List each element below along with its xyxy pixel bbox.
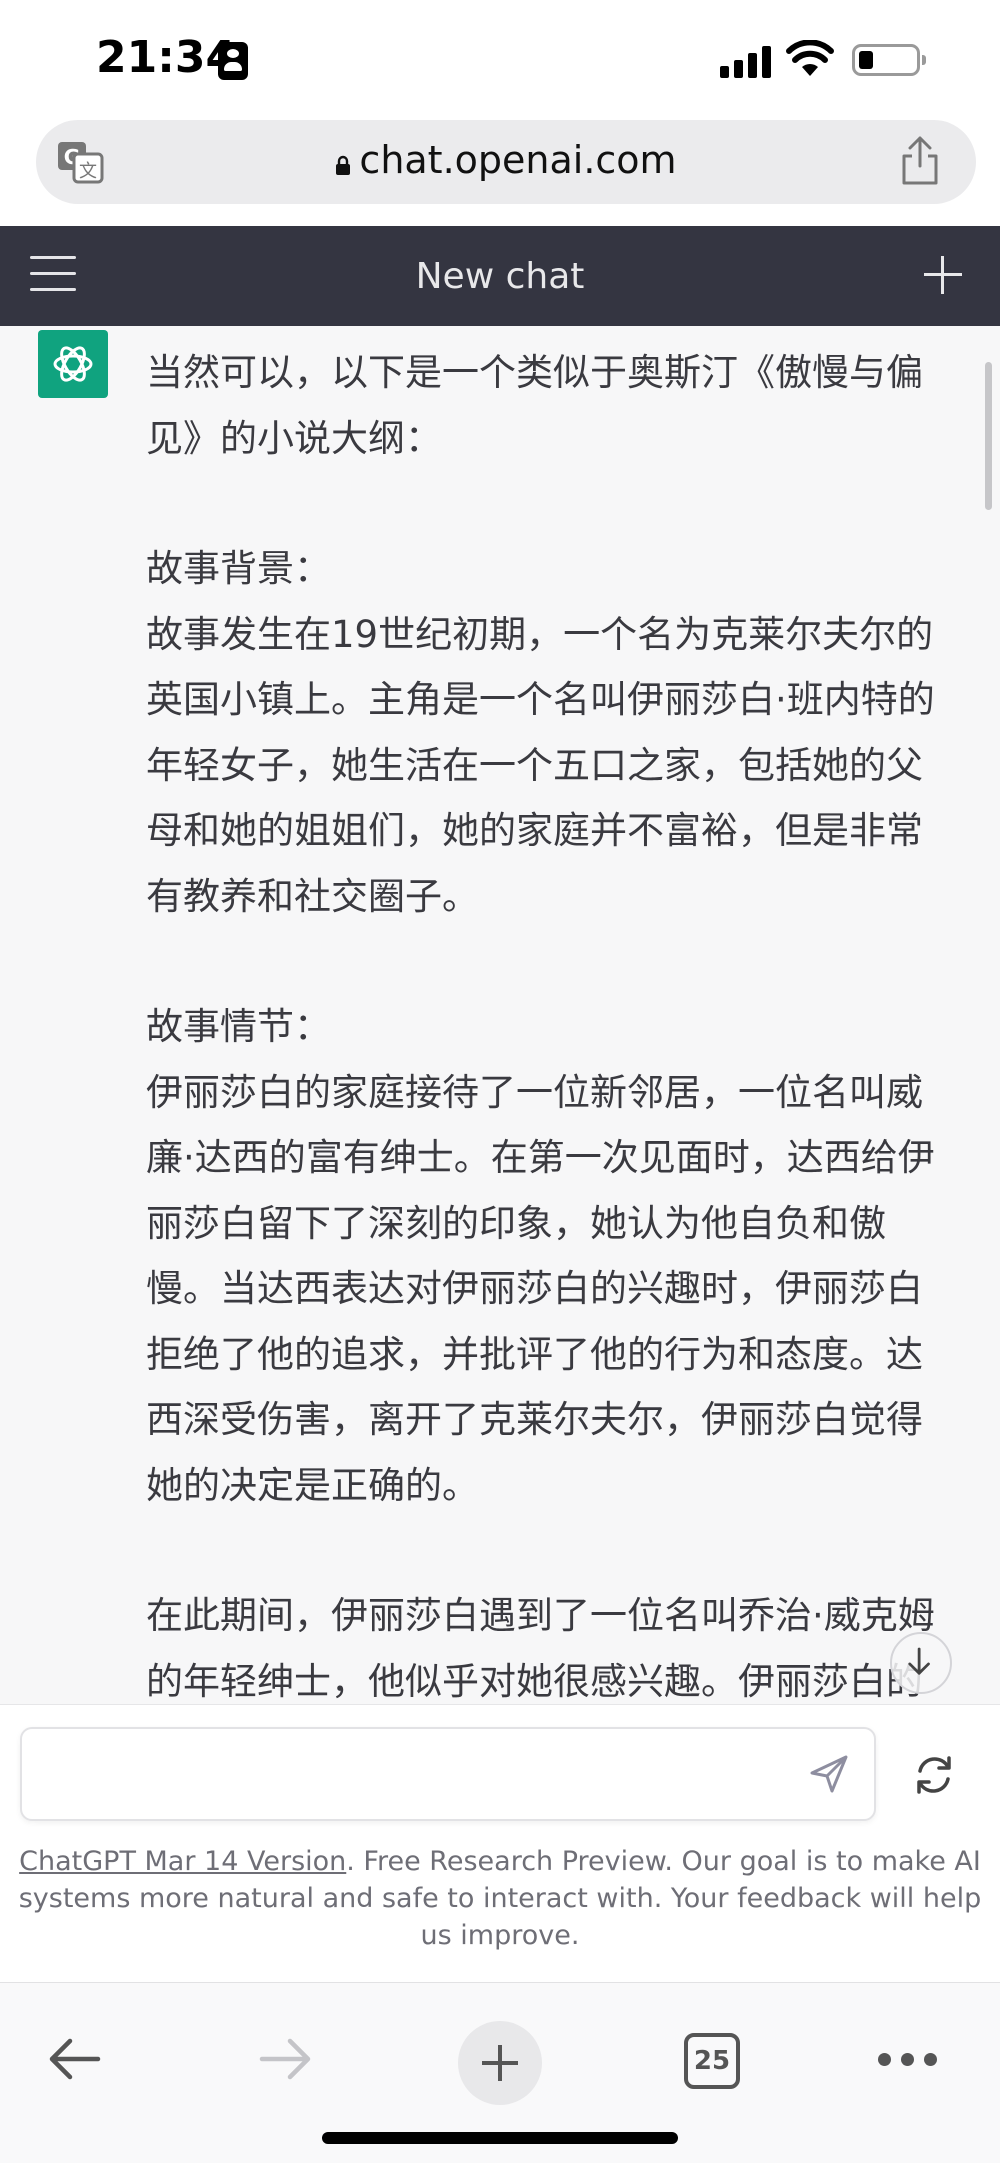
composer: ChatGPT Mar 14 Version. Free Research Pr…: [0, 1704, 1000, 1982]
scrollbar[interactable]: [985, 362, 992, 510]
chat-messages[interactable]: 当然可以，以下是一个类似于奥斯汀《傲慢与偏见》的小说大纲： 故事背景： 故事发生…: [0, 326, 1000, 1704]
refresh-icon[interactable]: [912, 1753, 956, 1797]
message-paragraph: 在此期间，伊丽莎白遇到了一位名叫乔治·威克姆的年轻绅士，他似乎对她很感兴趣。伊丽…: [146, 1594, 935, 1703]
message-paragraph: 故事背景：: [146, 547, 331, 590]
disclaimer: ChatGPT Mar 14 Version. Free Research Pr…: [18, 1843, 982, 1954]
lock-icon: [336, 155, 351, 175]
version-link[interactable]: ChatGPT Mar 14 Version: [19, 1846, 346, 1877]
scroll-down-button[interactable]: [890, 1632, 952, 1694]
status-bar: 21:34: [0, 0, 1000, 118]
new-chat-plus-icon[interactable]: [924, 256, 962, 294]
tab-count-button[interactable]: 25: [684, 2033, 740, 2089]
url-text: chat.openai.com: [359, 138, 677, 182]
assistant-message: 当然可以，以下是一个类似于奥斯汀《傲慢与偏见》的小说大纲： 故事背景： 故事发生…: [146, 340, 956, 1704]
arrow-left-icon[interactable]: [46, 2035, 102, 2083]
status-time: 21:34: [96, 32, 237, 83]
message-paragraph: 伊丽莎白的家庭接待了一位新邻居，一位名叫威廉·达西的富有绅士。在第一次见面时，达…: [146, 1070, 935, 1507]
more-dots-icon[interactable]: [878, 2053, 938, 2067]
new-tab-plus-icon[interactable]: [458, 2021, 542, 2105]
battery-level: [859, 51, 873, 69]
send-icon[interactable]: [808, 1753, 850, 1795]
browser-url-bar[interactable]: G 文 chat.openai.com: [36, 120, 976, 204]
screen-lock-icon: [218, 42, 248, 80]
home-indicator[interactable]: [322, 2132, 678, 2144]
openai-logo-icon: [38, 330, 108, 398]
cellular-signal-icon: [720, 44, 772, 78]
arrow-right-icon[interactable]: [258, 2035, 314, 2083]
chat-title: New chat: [415, 256, 585, 297]
wifi-icon: [786, 40, 834, 76]
message-paragraph: 当然可以，以下是一个类似于奥斯汀《傲慢与偏见》的小说大纲：: [146, 351, 923, 460]
battery-icon: [852, 44, 926, 76]
message-input[interactable]: [20, 1727, 876, 1821]
message-paragraph: 故事发生在19世纪初期，一个名为克莱尔夫尔的英国小镇上。主角是一个名叫伊丽莎白·…: [146, 612, 935, 918]
message-paragraph: 故事情节：: [146, 1005, 331, 1048]
arrow-down-icon: [908, 1647, 930, 1675]
share-icon[interactable]: [898, 136, 942, 186]
app-header: New chat: [0, 226, 1000, 326]
url-display[interactable]: chat.openai.com: [36, 138, 976, 182]
